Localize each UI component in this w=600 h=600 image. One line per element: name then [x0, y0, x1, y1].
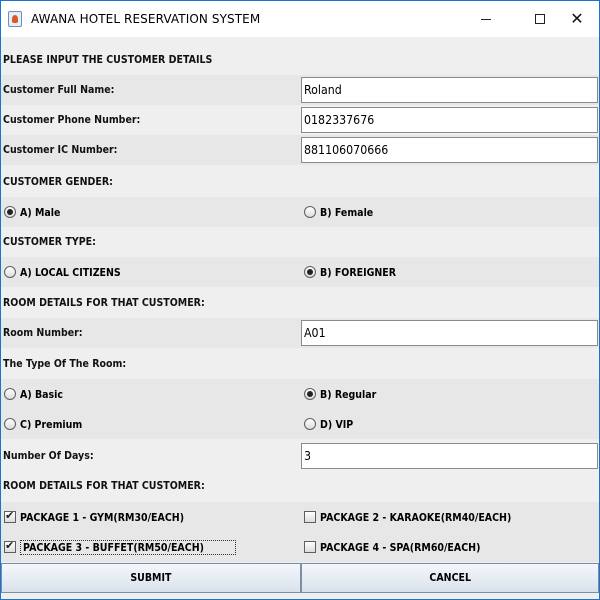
ic-value: 881106070666	[304, 143, 389, 157]
java-cup-icon	[8, 11, 22, 27]
type-foreigner-radio[interactable]: B) FOREIGNER	[304, 263, 408, 281]
phone-value: 0182337676	[304, 113, 375, 127]
package-4-checkbox[interactable]: PACKAGE 4 - SPA(RM60/EACH)	[304, 538, 507, 556]
gender-male-label: A) Male	[20, 205, 61, 219]
full-name-label: Customer Full Name:	[3, 83, 115, 96]
packages-row-1: PACKAGE 1 - GYM(RM30/EACH) PACKAGE 2 - K…	[1, 502, 599, 532]
package-1-label: PACKAGE 1 - GYM(RM30/EACH)	[20, 510, 185, 524]
package-3-label: PACKAGE 3 - BUFFET(RM50/EACH)	[23, 540, 204, 554]
window-title: AWANA HOTEL RESERVATION SYSTEM	[31, 12, 261, 26]
gender-options-row: A) Male B) Female	[1, 197, 599, 227]
gender-heading: CUSTOMER GENDER:	[3, 175, 113, 188]
room-basic-radio[interactable]: A) Basic	[4, 385, 70, 403]
full-name-row: Customer Full Name: Roland	[1, 75, 599, 105]
package-2-checkbox[interactable]: PACKAGE 2 - KARAOKE(RM40/EACH)	[304, 508, 542, 526]
room-type-heading: The Type Of The Room:	[3, 357, 127, 370]
type-local-radio[interactable]: A) LOCAL CITIZENS	[4, 263, 137, 281]
package-1-checkbox[interactable]: PACKAGE 1 - GYM(RM30/EACH)	[4, 508, 211, 526]
days-row: Number Of Days: 3	[1, 441, 599, 471]
room-premium-radio[interactable]: C) Premium	[4, 415, 92, 433]
gender-heading-row: CUSTOMER GENDER:	[1, 167, 599, 197]
submit-button[interactable]: SUBMIT	[1, 563, 301, 593]
room-type-row-1: A) Basic B) Regular	[1, 379, 599, 409]
type-foreigner-label: B) FOREIGNER	[320, 265, 397, 279]
cancel-button[interactable]: CANCEL	[301, 563, 599, 593]
phone-row: Customer Phone Number: 0182337676	[1, 105, 599, 135]
radio-unselected-icon[interactable]	[4, 266, 16, 278]
checkbox-unchecked-icon[interactable]	[304, 541, 316, 553]
gender-male-radio[interactable]: A) Male	[4, 203, 67, 221]
room-regular-label: B) Regular	[320, 387, 377, 401]
checkbox-checked-icon[interactable]	[4, 539, 16, 553]
room-number-field[interactable]: A01	[301, 320, 598, 346]
section-packages-heading: ROOM DETAILS FOR THAT CUSTOMER:	[3, 479, 205, 492]
cancel-label: CANCEL	[429, 571, 471, 584]
type-heading: CUSTOMER TYPE:	[3, 235, 96, 248]
reservation-window: AWANA HOTEL RESERVATION SYSTEM ✕ PLEASE …	[0, 0, 600, 600]
radio-selected-icon[interactable]	[304, 388, 316, 400]
title-bar[interactable]: AWANA HOTEL RESERVATION SYSTEM ✕	[1, 1, 599, 37]
room-number-label: Room Number:	[3, 326, 83, 339]
radio-unselected-icon[interactable]	[304, 206, 316, 218]
submit-label: SUBMIT	[130, 571, 172, 584]
close-button[interactable]: ✕	[554, 1, 600, 37]
type-heading-row: CUSTOMER TYPE:	[1, 227, 599, 257]
ic-label: Customer IC Number:	[3, 143, 118, 156]
section-customer-heading: PLEASE INPUT THE CUSTOMER DETAILS	[3, 53, 213, 66]
package-2-label: PACKAGE 2 - KARAOKE(RM40/EACH)	[320, 510, 512, 524]
days-label: Number Of Days:	[3, 449, 94, 462]
room-number-row: Room Number: A01	[1, 318, 599, 348]
gender-female-radio[interactable]: B) Female	[304, 203, 382, 221]
section-room-heading: ROOM DETAILS FOR THAT CUSTOMER:	[3, 296, 205, 309]
phone-label: Customer Phone Number:	[3, 113, 141, 126]
button-row: SUBMIT CANCEL	[1, 563, 599, 593]
radio-unselected-icon[interactable]	[4, 418, 16, 430]
section-customer-row: PLEASE INPUT THE CUSTOMER DETAILS	[1, 45, 599, 75]
gender-female-label: B) Female	[320, 205, 374, 219]
days-field[interactable]: 3	[301, 443, 598, 469]
room-vip-radio[interactable]: D) VIP	[304, 415, 359, 433]
full-name-field[interactable]: Roland	[301, 77, 598, 103]
package-4-label: PACKAGE 4 - SPA(RM60/EACH)	[320, 540, 481, 554]
section-room-row: ROOM DETAILS FOR THAT CUSTOMER:	[1, 288, 599, 318]
phone-field[interactable]: 0182337676	[301, 107, 598, 133]
radio-selected-icon[interactable]	[304, 266, 316, 278]
full-name-value: Roland	[304, 83, 342, 97]
room-type-row-2: C) Premium D) VIP	[1, 409, 599, 439]
radio-unselected-icon[interactable]	[4, 388, 16, 400]
room-number-value: A01	[304, 326, 326, 340]
radio-unselected-icon[interactable]	[304, 418, 316, 430]
type-local-label: A) LOCAL CITIZENS	[20, 265, 121, 279]
room-vip-label: D) VIP	[320, 417, 354, 431]
close-icon: ✕	[570, 9, 584, 28]
checkbox-unchecked-icon[interactable]	[304, 511, 316, 523]
room-regular-radio[interactable]: B) Regular	[304, 385, 386, 403]
room-premium-label: C) Premium	[20, 417, 83, 431]
room-type-heading-row: The Type Of The Room:	[1, 349, 599, 379]
section-packages-row: ROOM DETAILS FOR THAT CUSTOMER:	[1, 471, 599, 501]
ic-row: Customer IC Number: 881106070666	[1, 135, 599, 165]
focus-indicator: PACKAGE 3 - BUFFET(RM50/EACH)	[20, 539, 237, 555]
radio-selected-icon[interactable]	[4, 206, 16, 218]
room-basic-label: A) Basic	[20, 387, 64, 401]
package-3-checkbox[interactable]: PACKAGE 3 - BUFFET(RM50/EACH)	[4, 538, 237, 556]
minimize-icon	[481, 18, 491, 20]
days-value: 3	[304, 449, 312, 463]
minimize-button[interactable]	[463, 1, 509, 37]
ic-field[interactable]: 881106070666	[301, 137, 598, 163]
maximize-icon	[535, 14, 545, 24]
type-options-row: A) LOCAL CITIZENS B) FOREIGNER	[1, 257, 599, 287]
checkbox-checked-icon[interactable]	[4, 509, 16, 523]
packages-row-2: PACKAGE 3 - BUFFET(RM50/EACH) PACKAGE 4 …	[1, 532, 599, 562]
